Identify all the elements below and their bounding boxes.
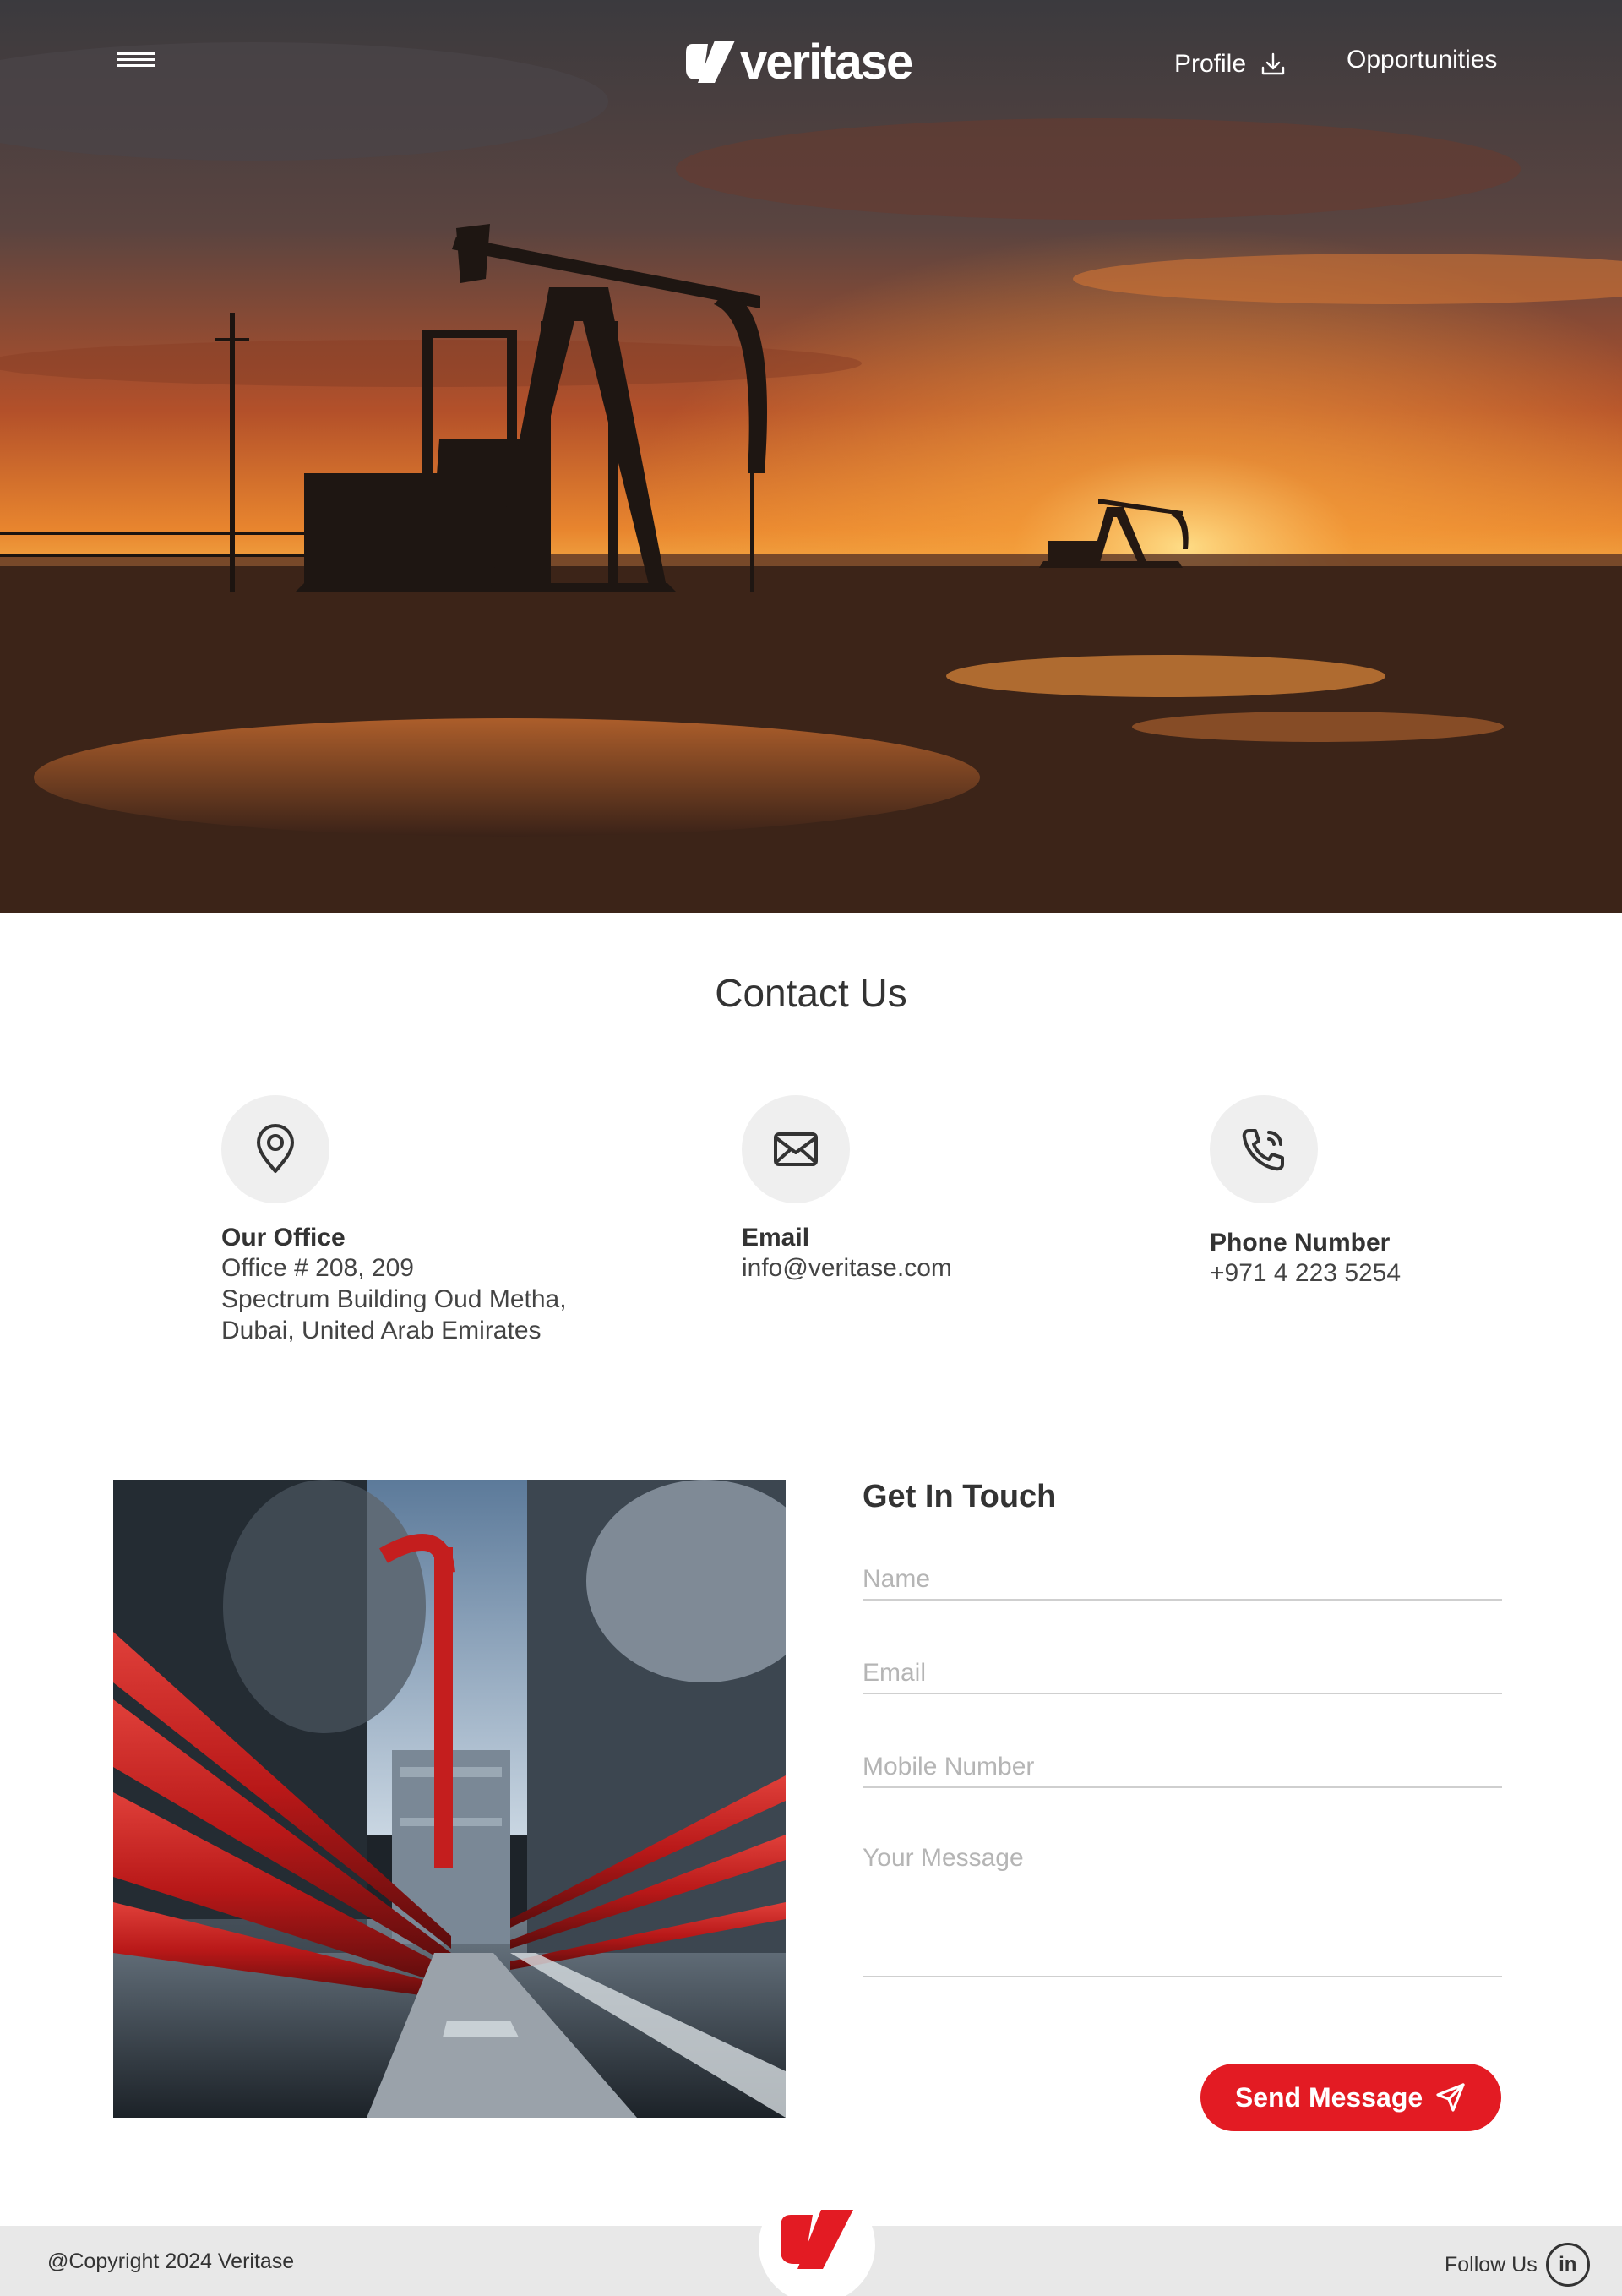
industrial-pipes-illustration [113, 1480, 786, 2118]
send-message-button[interactable]: Send Message [1200, 2064, 1501, 2131]
contact-us-title: Contact Us [715, 971, 907, 1015]
email-info: Email info@veritase.com [742, 1095, 952, 1284]
phone-ringing-icon [1242, 1129, 1284, 1171]
mobile-number-input[interactable] [863, 1753, 1502, 1788]
office-icon-circle [221, 1095, 329, 1203]
oil-pumpjack-sunset-image [0, 0, 1622, 913]
envelope-icon [774, 1132, 818, 1166]
phone-label: Phone Number [1210, 1229, 1391, 1257]
footer-logo-badge[interactable] [759, 2187, 875, 2296]
paper-plane-icon [1436, 2083, 1465, 2112]
nav-profile-label: Profile [1174, 50, 1247, 78]
linkedin-icon[interactable]: in [1545, 2243, 1590, 2287]
veritase-logo-mark-icon [686, 41, 735, 83]
hamburger-menu-icon[interactable] [117, 52, 161, 76]
phone-icon-circle [1210, 1095, 1318, 1203]
brand-logo[interactable]: veritase [686, 35, 913, 90]
get-in-touch-title: Get In Touch [863, 1479, 1057, 1514]
email-value[interactable]: info@veritase.com [742, 1252, 952, 1284]
industrial-pipes-image [113, 1480, 786, 2118]
office-info: Our Office Office # 208, 209 Spectrum Bu… [221, 1095, 567, 1346]
phone-value[interactable]: +971 4 223 5254 [1210, 1257, 1401, 1289]
office-address-line-3: Dubai, United Arab Emirates [221, 1317, 542, 1344]
site-footer: @Copyright 2024 Veritase Follow Us in [0, 2187, 1622, 2296]
message-textarea[interactable] [863, 1844, 1502, 1977]
brand-name: veritase [740, 35, 913, 90]
nav-profile-link[interactable]: Profile [1174, 47, 1287, 81]
nav-opportunities-link[interactable]: Opportunities [1347, 46, 1497, 74]
copyright-text: @Copyright 2024 Veritase [47, 2250, 295, 2273]
phone-info: Phone Number +971 4 223 5254 [1210, 1095, 1401, 1289]
send-message-label: Send Message [1234, 2081, 1423, 2113]
follow-us-label: Follow Us [1445, 2252, 1538, 2277]
office-address-line-1: Office # 208, 209 [221, 1254, 414, 1282]
office-address-line-2: Spectrum Building Oud Metha, [221, 1285, 567, 1313]
email-icon-circle [742, 1095, 850, 1203]
follow-us: Follow Us in [1445, 2243, 1590, 2287]
hero-banner: veritase Profile Opportunities [0, 0, 1622, 913]
email-input[interactable] [863, 1659, 1502, 1694]
email-label: Email [742, 1224, 810, 1252]
name-input[interactable] [863, 1565, 1502, 1601]
veritase-logo-mark-icon [781, 2210, 853, 2269]
office-label: Our Office [221, 1224, 346, 1252]
map-pin-icon [257, 1124, 294, 1173]
download-icon [1261, 52, 1285, 75]
